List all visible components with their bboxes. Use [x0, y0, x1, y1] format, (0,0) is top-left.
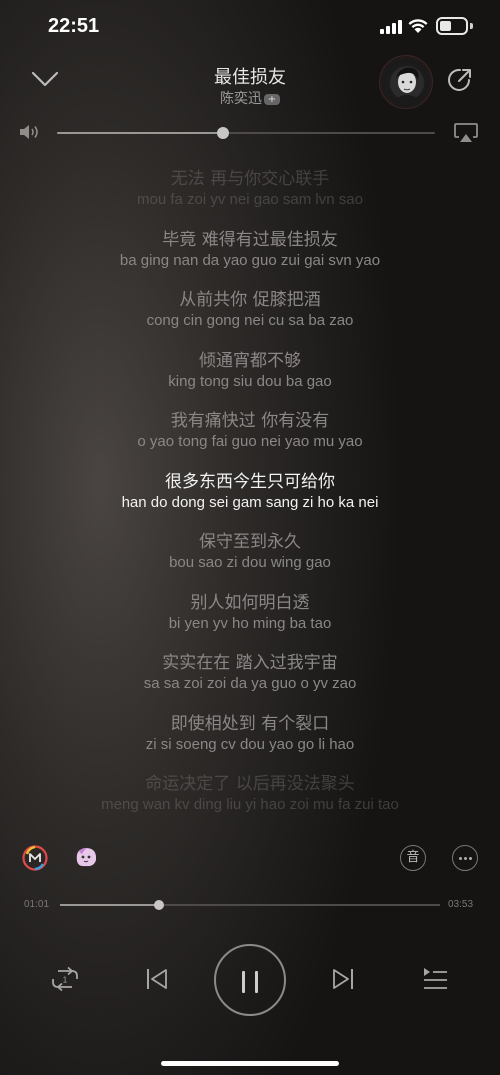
artist-link[interactable]: 陈奕迅 + — [150, 88, 350, 108]
airplay-icon[interactable] — [453, 121, 479, 145]
lyric-text: 别人如何明白透 — [190, 592, 310, 613]
home-indicator[interactable] — [161, 1061, 339, 1066]
pause-icon — [242, 971, 245, 993]
lyric-text: 我有痛快过 你有没有 — [170, 411, 330, 431]
lyric-line[interactable]: 别人如何明白透 bi yen yv ho ming ba tao — [0, 592, 500, 634]
ghost-companion-icon[interactable] — [72, 843, 100, 871]
lyric-romanization: mou fa zoi yv nei gao sam lvn sao — [137, 191, 363, 208]
current-time: 01:01 — [24, 899, 50, 910]
previous-icon[interactable] — [145, 967, 169, 991]
lyric-line[interactable]: 毕竟 难得有过最佳损友 ba ging nan da yao guo zui ga… — [0, 229, 500, 271]
lyric-romanization: meng wan kv ding liu yi hao zoi mu fa zu… — [101, 796, 399, 813]
wifi-icon — [408, 19, 428, 33]
next-icon[interactable] — [331, 967, 355, 991]
song-title: 最佳损友 — [214, 67, 286, 88]
volume-slider-knob[interactable] — [217, 127, 230, 139]
repeat-one-icon[interactable]: 1 — [50, 966, 80, 992]
more-options-icon[interactable] — [452, 845, 478, 871]
lyric-text: 倾通宵都不够 — [199, 350, 301, 371]
lyric-romanization: cong cin gong nei cu sa ba zao — [146, 312, 354, 329]
pause-button[interactable] — [214, 944, 286, 1016]
cellular-signal-icon — [380, 20, 404, 34]
status-bar: 22:51 — [0, 0, 500, 56]
lyric-text: 从前共你 促膝把酒 — [179, 290, 321, 310]
lyric-text: 命运决定了 以后再没法聚头 — [145, 774, 355, 794]
lyric-romanization: o yao tong fai guo nei yao mu yao — [137, 433, 363, 450]
volume-slider[interactable] — [57, 127, 435, 139]
avatar-portrait — [390, 66, 424, 108]
artist-follow-badge[interactable]: + — [264, 93, 280, 105]
lyric-line-active[interactable]: 很多东西今生只可给你 han do dong sei gam sang zi ho… — [0, 471, 500, 513]
total-time: 03:53 — [448, 899, 474, 910]
progress-slider[interactable] — [60, 900, 440, 910]
lyrics-view[interactable]: 无法 再与你交心联手 mou fa zoi yv nei gao sam lvn … — [0, 160, 500, 820]
battery-cap — [470, 23, 473, 29]
lyric-line[interactable]: 实实在在 踏入过我宇宙 sa sa zoi zoi da ya guo o yv … — [0, 652, 500, 694]
status-time: 22:51 — [48, 15, 100, 37]
artist-name[interactable]: 陈奕迅 — [220, 91, 262, 107]
mojito-icon[interactable] — [22, 845, 48, 871]
battery-icon — [436, 17, 468, 35]
lyric-text: 毕竟 难得有过最佳损友 — [162, 229, 338, 250]
lyric-text: 无法 再与你交心联手 — [170, 169, 330, 189]
lyric-line[interactable]: 倾通宵都不够 king tong siu dou ba gao — [0, 350, 500, 392]
lyric-text: 很多东西今生只可给你 — [165, 471, 335, 492]
sound-quality-button[interactable]: 音 — [400, 845, 426, 871]
progress-fill — [60, 904, 159, 906]
progress-slider-knob[interactable] — [153, 900, 164, 910]
lyric-romanization: han do dong sei gam sang zi ho ka nei — [121, 493, 379, 511]
artist-avatar[interactable] — [379, 55, 433, 109]
lyric-text: 保守至到永久 — [199, 532, 301, 552]
lyric-romanization: sa sa zoi zoi da ya guo o yv zao — [143, 675, 357, 692]
lyric-line[interactable]: 从前共你 促膝把酒 cong cin gong nei cu sa ba zao — [0, 289, 500, 331]
lyric-line[interactable]: 命运决定了 以后再没法聚头 meng wan kv ding liu yi hao… — [0, 773, 500, 815]
lyric-line[interactable]: 我有痛快过 你有没有 o yao tong fai guo nei yao mu … — [0, 410, 500, 452]
lyric-romanization: zi si soeng cv dou yao go li hao — [145, 735, 355, 753]
share-icon[interactable] — [445, 65, 475, 95]
lyric-line[interactable]: 保守至到永久 bou sao zi dou wing gao — [0, 531, 500, 573]
playlist-icon[interactable] — [421, 966, 449, 992]
lyric-text: 即使相处到 有个裂口 — [170, 713, 330, 734]
lyric-line[interactable]: 无法 再与你交心联手 mou fa zoi yv nei gao sam lvn … — [0, 168, 500, 210]
lyric-romanization: ba ging nan da yao guo zui gai svn yao — [119, 251, 381, 269]
volume-fill — [57, 132, 224, 134]
volume-icon — [20, 125, 38, 139]
svg-text:1: 1 — [63, 976, 68, 985]
lyric-romanization: bou sao zi dou wing gao — [169, 554, 331, 571]
lyric-romanization: king tong siu dou ba gao — [168, 372, 332, 390]
lyric-line[interactable]: 即使相处到 有个裂口 zi si soeng cv dou yao go li h… — [0, 713, 500, 755]
lyric-romanization: bi yen yv ho ming ba tao — [168, 614, 332, 632]
lyric-text: 实实在在 踏入过我宇宙 — [162, 653, 338, 673]
chevron-down-icon[interactable] — [28, 64, 62, 94]
